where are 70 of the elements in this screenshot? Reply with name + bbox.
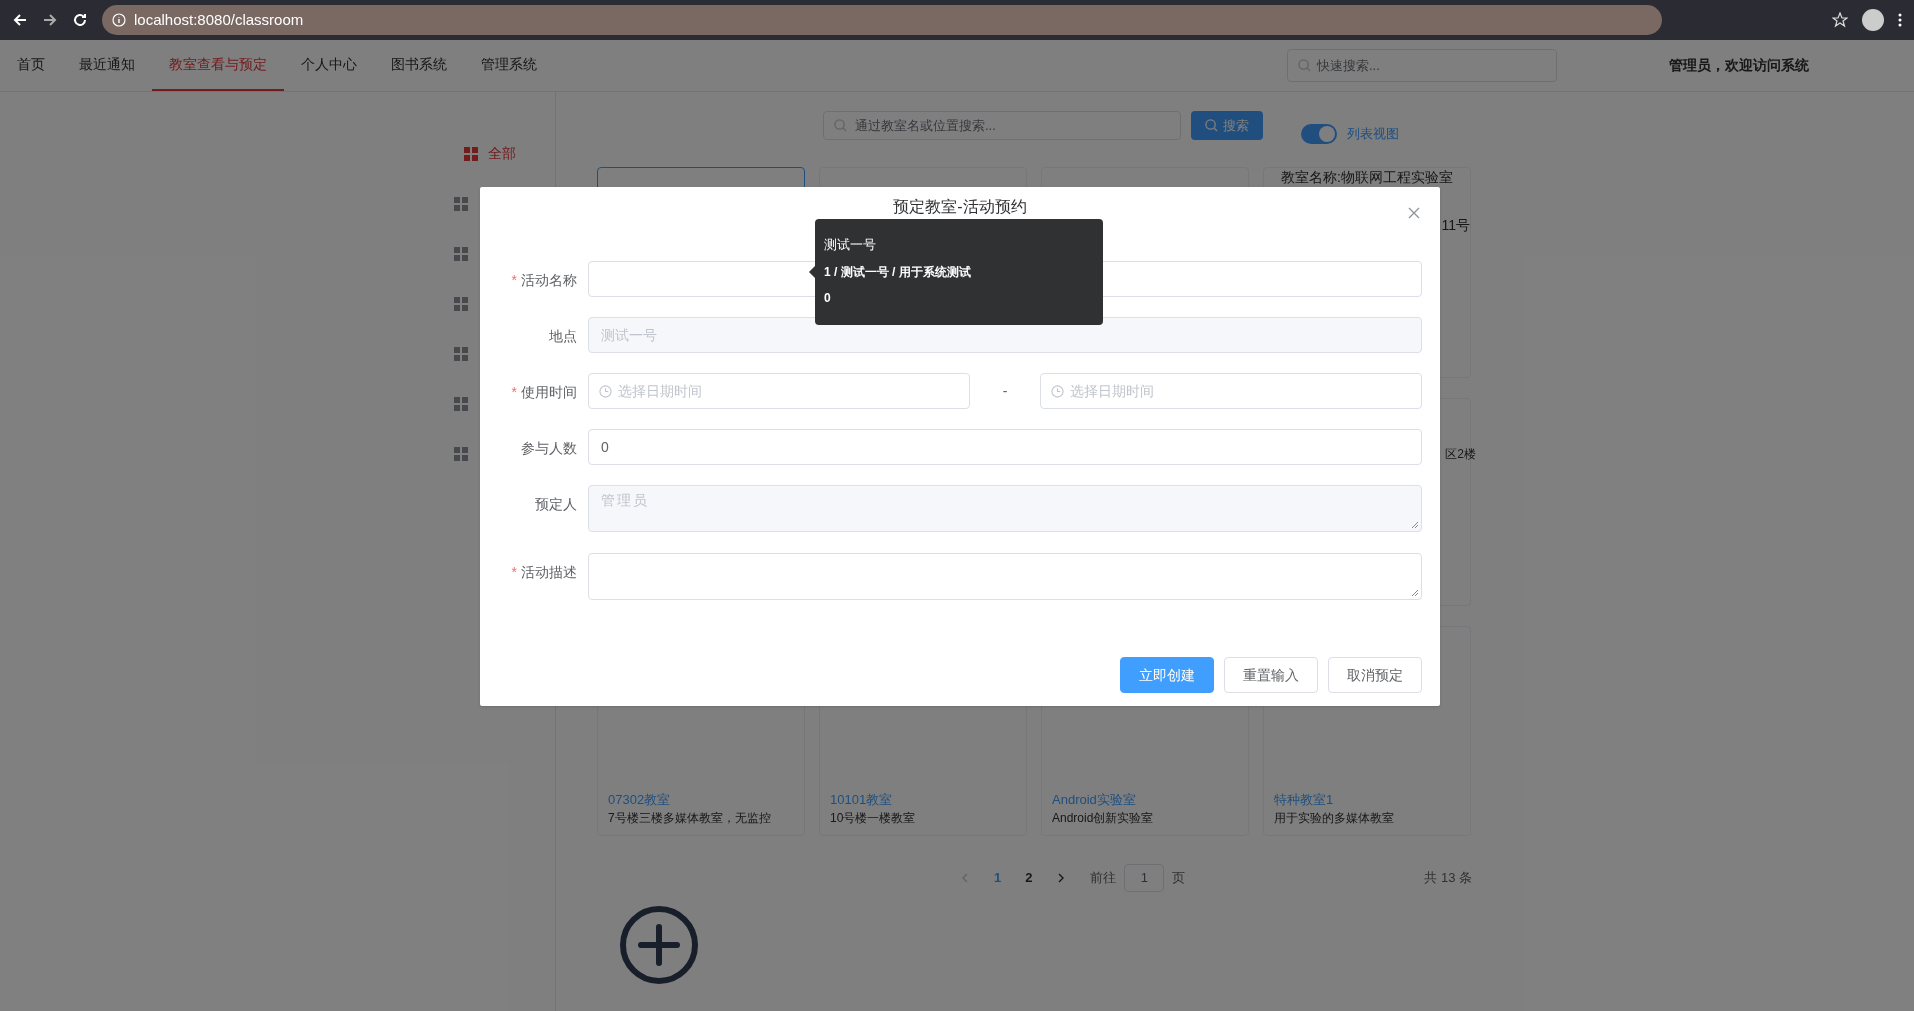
grid-icon[interactable] bbox=[454, 346, 468, 361]
grid-icon bbox=[464, 146, 478, 161]
tooltip-count: 0 bbox=[824, 289, 832, 307]
search-button[interactable]: 搜索 bbox=[1191, 111, 1263, 140]
back-icon[interactable] bbox=[12, 12, 28, 28]
field-label: 地点 bbox=[549, 328, 577, 344]
classroom-name[interactable]: 特种教室1 bbox=[1274, 789, 1460, 809]
close-icon[interactable] bbox=[1408, 207, 1420, 219]
field-label: * 活动描述 bbox=[511, 564, 577, 580]
nav-tab[interactable]: 首页 bbox=[0, 40, 62, 91]
info-icon bbox=[112, 13, 126, 27]
grid-icon[interactable] bbox=[454, 196, 468, 211]
dialog-button[interactable]: 立即创建 bbox=[1120, 657, 1214, 693]
classroom-description: 用于实验的多媒体教室 bbox=[1274, 810, 1395, 827]
avatar[interactable] bbox=[1862, 9, 1884, 31]
grid-icon[interactable] bbox=[454, 396, 468, 411]
total-count: 共 13 条 bbox=[1424, 869, 1472, 888]
card-title: 教室名称:物联网工程实验室 bbox=[1281, 169, 1453, 185]
field-label: 参与人数 bbox=[521, 440, 577, 456]
clock-icon bbox=[599, 384, 612, 398]
classroom-description: 7号楼三楼多媒体教室，无监控 bbox=[608, 810, 772, 827]
nav-tab[interactable]: 教室查看与预定 bbox=[152, 40, 284, 91]
date-time-picker[interactable]: 选择日期时间 bbox=[1040, 373, 1422, 409]
classroom-name[interactable]: Android实验室 bbox=[1052, 789, 1238, 809]
dialog-title: 预定教室-活动预约 bbox=[893, 197, 1027, 217]
classroom-description: Android创新实验室 bbox=[1052, 810, 1155, 827]
address-bar[interactable]: localhost:8080/classroom bbox=[102, 5, 1662, 35]
field-label: 预定人 bbox=[535, 496, 577, 512]
dialog-button[interactable]: 重置输入 bbox=[1224, 657, 1318, 693]
dialog-button[interactable]: 取消预定 bbox=[1328, 657, 1422, 693]
range-separator: - bbox=[1002, 381, 1008, 401]
category-item[interactable]: 全部 bbox=[464, 143, 516, 164]
search-icon bbox=[834, 119, 847, 132]
clock-icon bbox=[1051, 384, 1064, 398]
card-detail: 11号 bbox=[1441, 216, 1470, 235]
nav-tab[interactable]: 最近通知 bbox=[62, 40, 152, 91]
classroom-name[interactable]: 07302教室 bbox=[608, 789, 794, 809]
classroom-name[interactable]: 10101教室 bbox=[830, 789, 1016, 809]
tooltip-path: 1 / 测试一号 / 用于系统测试 bbox=[824, 263, 972, 281]
field-label: * 活动名称 bbox=[511, 272, 577, 288]
resize-handle-icon[interactable] bbox=[1411, 589, 1419, 597]
quick-search-field[interactable]: 快速搜索... bbox=[1287, 49, 1557, 82]
card-detail: 区2楼 bbox=[1445, 446, 1476, 463]
search-icon bbox=[1205, 119, 1218, 132]
toggle-label: 列表视图 bbox=[1347, 125, 1399, 144]
field-label: * 使用时间 bbox=[511, 384, 577, 400]
welcome-text: 管理员，欢迎访问系统 bbox=[1669, 56, 1809, 75]
nav-tab[interactable]: 图书系统 bbox=[374, 40, 464, 91]
tooltip-title: 测试一号 bbox=[824, 236, 877, 254]
nav-tab[interactable]: 管理系统 bbox=[464, 40, 554, 91]
forward-icon[interactable] bbox=[42, 12, 58, 28]
classroom-description: 10号楼一楼教室 bbox=[830, 810, 917, 827]
star-icon[interactable] bbox=[1832, 12, 1848, 28]
grid-icon[interactable] bbox=[454, 246, 468, 261]
text-input[interactable]: 0 bbox=[588, 429, 1422, 465]
nav-tab[interactable]: 个人中心 bbox=[284, 40, 374, 91]
page-input[interactable]: 1 bbox=[1124, 864, 1165, 892]
add-circle-icon[interactable] bbox=[619, 905, 699, 985]
menu-icon[interactable] bbox=[1898, 12, 1902, 28]
classroom-search-field[interactable]: 通过教室名或位置搜索... bbox=[823, 111, 1181, 140]
page-number[interactable]: 2 bbox=[1025, 868, 1033, 888]
search-icon bbox=[1298, 59, 1311, 72]
grid-icon[interactable] bbox=[454, 296, 468, 311]
view-toggle[interactable] bbox=[1301, 124, 1337, 144]
grid-icon[interactable] bbox=[454, 446, 468, 461]
date-time-picker[interactable]: 选择日期时间 bbox=[588, 373, 970, 409]
reload-icon[interactable] bbox=[72, 12, 88, 28]
page-number[interactable]: 1 bbox=[994, 868, 1002, 888]
page-unit: 页 bbox=[1172, 869, 1186, 888]
goto-label: 前往 bbox=[1090, 869, 1117, 888]
